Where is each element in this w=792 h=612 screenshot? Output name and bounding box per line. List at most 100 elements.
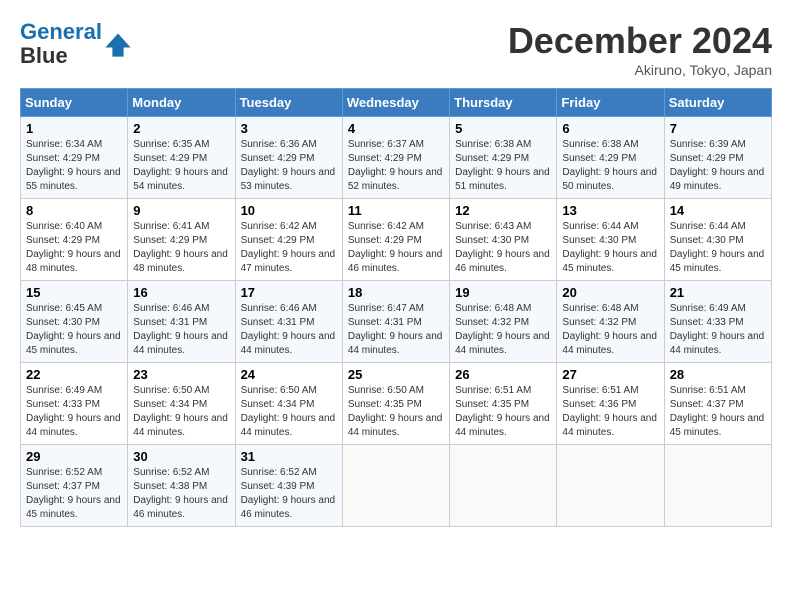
calendar-cell: 30Sunrise: 6:52 AMSunset: 4:38 PMDayligh… [128, 445, 235, 527]
day-number: 11 [348, 203, 444, 218]
calendar-cell: 14 Sunrise: 6:44 AMSunset: 4:30 PMDayligh… [664, 199, 771, 281]
calendar-cell: 15Sunrise: 6:45 AMSunset: 4:30 PMDayligh… [21, 281, 128, 363]
calendar-table: SundayMondayTuesdayWednesdayThursdayFrid… [20, 88, 772, 527]
calendar-cell: 4Sunrise: 6:37 AMSunset: 4:29 PMDaylight… [342, 117, 449, 199]
day-number: 23 [133, 367, 229, 382]
calendar-cell: 2 Sunrise: 6:35 AMSunset: 4:29 PMDaylight… [128, 117, 235, 199]
day-info: Sunrise: 6:49 AMSunset: 4:33 PMDaylight:… [670, 302, 766, 358]
day-number: 6 [562, 121, 658, 136]
day-number: 19 [455, 285, 551, 300]
weekday-header: Sunday [21, 89, 128, 117]
logo-icon [104, 30, 132, 58]
calendar-cell: 17 Sunrise: 6:46 AMSunset: 4:31 PMDayligh… [235, 281, 342, 363]
title-block: December 2024 Akiruno, Tokyo, Japan [508, 20, 772, 78]
calendar-cell: 20 Sunrise: 6:48 AMSunset: 4:32 PMDayligh… [557, 281, 664, 363]
day-number: 2 [133, 121, 229, 136]
day-info: Sunrise: 6:52 AMSunset: 4:38 PMDaylight:… [133, 466, 229, 522]
day-number: 14 [670, 203, 766, 218]
day-number: 17 [241, 285, 337, 300]
day-number: 3 [241, 121, 337, 136]
calendar-cell: 22Sunrise: 6:49 AMSunset: 4:33 PMDayligh… [21, 363, 128, 445]
calendar-cell: 19Sunrise: 6:48 AMSunset: 4:32 PMDayligh… [450, 281, 557, 363]
day-info: Sunrise: 6:34 AMSunset: 4:29 PMDaylight:… [26, 138, 122, 194]
day-info: Sunrise: 6:36 AMSunset: 4:29 PMDaylight:… [241, 138, 337, 194]
calendar-week-row: 8 Sunrise: 6:40 AMSunset: 4:29 PMDaylight… [21, 199, 772, 281]
day-info: Sunrise: 6:51 AMSunset: 4:35 PMDaylight:… [455, 384, 551, 440]
calendar-cell: 28 Sunrise: 6:51 AMSunset: 4:37 PMDayligh… [664, 363, 771, 445]
calendar-cell: 9Sunrise: 6:41 AMSunset: 4:29 PMDaylight… [128, 199, 235, 281]
page-header: GeneralBlue December 2024 Akiruno, Tokyo… [20, 20, 772, 78]
month-title: December 2024 [508, 20, 772, 62]
day-info: Sunrise: 6:48 AMSunset: 4:32 PMDaylight:… [562, 302, 658, 358]
calendar-cell: 24 Sunrise: 6:50 AMSunset: 4:34 PMDayligh… [235, 363, 342, 445]
day-number: 20 [562, 285, 658, 300]
day-info: Sunrise: 6:52 AMSunset: 4:39 PMDaylight:… [241, 466, 337, 522]
weekday-header: Saturday [664, 89, 771, 117]
day-number: 16 [133, 285, 229, 300]
day-info: Sunrise: 6:38 AMSunset: 4:29 PMDaylight:… [562, 138, 658, 194]
logo-text: GeneralBlue [20, 20, 102, 68]
day-info: Sunrise: 6:44 AMSunset: 4:30 PMDaylight:… [562, 220, 658, 276]
day-number: 25 [348, 367, 444, 382]
day-info: Sunrise: 6:50 AMSunset: 4:34 PMDaylight:… [133, 384, 229, 440]
day-number: 18 [348, 285, 444, 300]
day-info: Sunrise: 6:46 AMSunset: 4:31 PMDaylight:… [241, 302, 337, 358]
calendar-cell: 29Sunrise: 6:52 AMSunset: 4:37 PMDayligh… [21, 445, 128, 527]
day-number: 24 [241, 367, 337, 382]
day-number: 9 [133, 203, 229, 218]
day-number: 8 [26, 203, 122, 218]
calendar-cell: 16 Sunrise: 6:46 AMSunset: 4:31 PMDayligh… [128, 281, 235, 363]
day-info: Sunrise: 6:40 AMSunset: 4:29 PMDaylight:… [26, 220, 122, 276]
day-info: Sunrise: 6:51 AMSunset: 4:36 PMDaylight:… [562, 384, 658, 440]
calendar-cell: 6 Sunrise: 6:38 AMSunset: 4:29 PMDaylight… [557, 117, 664, 199]
weekday-header-row: SundayMondayTuesdayWednesdayThursdayFrid… [21, 89, 772, 117]
day-number: 10 [241, 203, 337, 218]
day-info: Sunrise: 6:37 AMSunset: 4:29 PMDaylight:… [348, 138, 444, 194]
weekday-header: Wednesday [342, 89, 449, 117]
day-info: Sunrise: 6:46 AMSunset: 4:31 PMDaylight:… [133, 302, 229, 358]
calendar-cell: 5Sunrise: 6:38 AMSunset: 4:29 PMDaylight… [450, 117, 557, 199]
day-info: Sunrise: 6:42 AMSunset: 4:29 PMDaylight:… [241, 220, 337, 276]
location: Akiruno, Tokyo, Japan [508, 62, 772, 78]
day-number: 26 [455, 367, 551, 382]
day-info: Sunrise: 6:47 AMSunset: 4:31 PMDaylight:… [348, 302, 444, 358]
calendar-cell [450, 445, 557, 527]
day-number: 22 [26, 367, 122, 382]
day-info: Sunrise: 6:51 AMSunset: 4:37 PMDaylight:… [670, 384, 766, 440]
calendar-cell: 3 Sunrise: 6:36 AMSunset: 4:29 PMDaylight… [235, 117, 342, 199]
day-info: Sunrise: 6:50 AMSunset: 4:35 PMDaylight:… [348, 384, 444, 440]
day-info: Sunrise: 6:39 AMSunset: 4:29 PMDaylight:… [670, 138, 766, 194]
calendar-cell: 8 Sunrise: 6:40 AMSunset: 4:29 PMDaylight… [21, 199, 128, 281]
day-number: 1 [26, 121, 122, 136]
day-info: Sunrise: 6:45 AMSunset: 4:30 PMDaylight:… [26, 302, 122, 358]
day-info: Sunrise: 6:38 AMSunset: 4:29 PMDaylight:… [455, 138, 551, 194]
weekday-header: Friday [557, 89, 664, 117]
day-info: Sunrise: 6:43 AMSunset: 4:30 PMDaylight:… [455, 220, 551, 276]
calendar-cell: 31 Sunrise: 6:52 AMSunset: 4:39 PMDayligh… [235, 445, 342, 527]
day-info: Sunrise: 6:42 AMSunset: 4:29 PMDaylight:… [348, 220, 444, 276]
calendar-cell [664, 445, 771, 527]
calendar-cell: 1 Sunrise: 6:34 AMSunset: 4:29 PMDaylight… [21, 117, 128, 199]
calendar-week-row: 15Sunrise: 6:45 AMSunset: 4:30 PMDayligh… [21, 281, 772, 363]
calendar-cell [557, 445, 664, 527]
calendar-week-row: 29Sunrise: 6:52 AMSunset: 4:37 PMDayligh… [21, 445, 772, 527]
calendar-cell: 21 Sunrise: 6:49 AMSunset: 4:33 PMDayligh… [664, 281, 771, 363]
day-number: 21 [670, 285, 766, 300]
day-info: Sunrise: 6:52 AMSunset: 4:37 PMDaylight:… [26, 466, 122, 522]
day-number: 31 [241, 449, 337, 464]
day-number: 13 [562, 203, 658, 218]
calendar-cell: 25 Sunrise: 6:50 AMSunset: 4:35 PMDayligh… [342, 363, 449, 445]
day-info: Sunrise: 6:50 AMSunset: 4:34 PMDaylight:… [241, 384, 337, 440]
calendar-week-row: 1 Sunrise: 6:34 AMSunset: 4:29 PMDaylight… [21, 117, 772, 199]
calendar-cell: 13 Sunrise: 6:44 AMSunset: 4:30 PMDayligh… [557, 199, 664, 281]
weekday-header: Thursday [450, 89, 557, 117]
calendar-cell: 23 Sunrise: 6:50 AMSunset: 4:34 PMDayligh… [128, 363, 235, 445]
calendar-week-row: 22Sunrise: 6:49 AMSunset: 4:33 PMDayligh… [21, 363, 772, 445]
day-number: 27 [562, 367, 658, 382]
weekday-header: Tuesday [235, 89, 342, 117]
calendar-cell: 18 Sunrise: 6:47 AMSunset: 4:31 PMDayligh… [342, 281, 449, 363]
day-info: Sunrise: 6:44 AMSunset: 4:30 PMDaylight:… [670, 220, 766, 276]
day-number: 28 [670, 367, 766, 382]
calendar-cell: 26 Sunrise: 6:51 AMSunset: 4:35 PMDayligh… [450, 363, 557, 445]
day-info: Sunrise: 6:35 AMSunset: 4:29 PMDaylight:… [133, 138, 229, 194]
